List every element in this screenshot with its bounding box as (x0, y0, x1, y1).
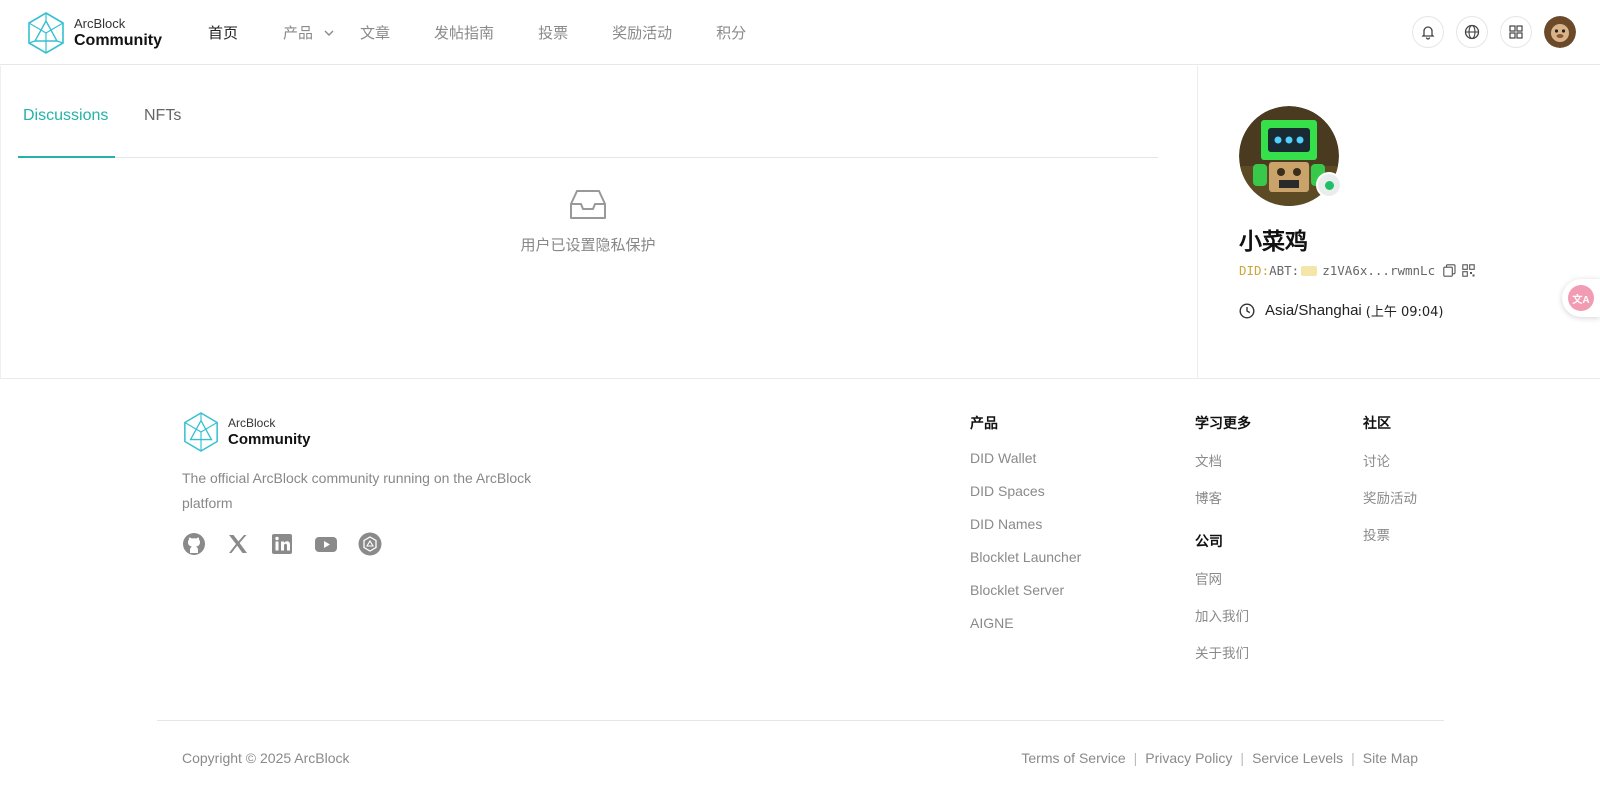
footer-col-community: 社区 讨论 奖励活动 投票 (1363, 413, 1417, 544)
nav-points[interactable]: 积分 (716, 22, 746, 43)
separator: | (1133, 750, 1138, 766)
local-time: (上午 09:04) (1365, 305, 1444, 320)
social-links (182, 532, 402, 556)
privacy-notice-text: 用户已设置隐私保护 (520, 236, 656, 254)
arcblock-icon[interactable] (358, 532, 382, 556)
footer-logo[interactable]: ArcBlock Community (182, 411, 311, 453)
clock-icon (1239, 302, 1255, 319)
footer-col-title: 学习更多 (1195, 416, 1251, 432)
separator: | (1240, 750, 1245, 766)
bell-icon (1421, 26, 1435, 40)
apps-button[interactable] (1500, 16, 1532, 48)
nav-posting-guide[interactable]: 发帖指南 (434, 22, 494, 43)
empty-state: 用户已设置隐私保护 (18, 188, 1158, 255)
arcblock-logo-icon (184, 412, 218, 452)
logo-text-top: ArcBlock (74, 16, 126, 31)
site-logo[interactable]: ArcBlock Community (26, 11, 162, 55)
footer-link-blocklet-server[interactable]: Blocklet Server (970, 582, 1081, 598)
main-content: Discussions NFTs 用户已设置隐私保护 (0, 66, 1197, 378)
translate-icon: 文A (1568, 285, 1594, 311)
did-value: z1VA6x...rwmnLc (1322, 263, 1436, 278)
did-type: ABT: (1269, 263, 1300, 278)
logo-text-bottom: Community (74, 32, 162, 49)
footer-link-blocklet-launcher[interactable]: Blocklet Launcher (970, 549, 1081, 565)
notifications-button[interactable] (1412, 16, 1444, 48)
profile-name: 小菜鸡 (1239, 229, 1308, 255)
legal-links: Terms of Service | Privacy Policy | Serv… (1021, 750, 1418, 766)
nav-products[interactable]: 产品 (283, 22, 335, 43)
footer-logo-bottom: Community (228, 431, 311, 448)
privacy-policy-link[interactable]: Privacy Policy (1145, 750, 1232, 766)
separator: | (1351, 750, 1355, 766)
footer-link-did-spaces[interactable]: DID Spaces (970, 483, 1081, 499)
terms-of-service-link[interactable]: Terms of Service (1021, 750, 1125, 766)
footer-link-about-us[interactable]: 关于我们 (1195, 642, 1251, 662)
timezone-label: Asia/Shanghai (1265, 302, 1362, 319)
nav-articles[interactable]: 文章 (360, 22, 390, 43)
arcblock-logo-icon (28, 12, 64, 54)
service-levels-link[interactable]: Service Levels (1252, 750, 1343, 766)
footer-col-title: 社区 (1363, 416, 1391, 432)
footer-link-voting[interactable]: 投票 (1363, 524, 1417, 544)
footer-col-title: 产品 (970, 416, 998, 432)
nav-voting[interactable]: 投票 (538, 22, 568, 43)
globe-icon (1464, 24, 1480, 40)
footer-col-title: 公司 (1195, 534, 1223, 550)
copy-icon[interactable] (1443, 264, 1456, 277)
footer-link-docs[interactable]: 文档 (1195, 450, 1251, 470)
did-address: DID: ABT: z1VA6x...rwmnLc (1239, 263, 1475, 278)
footer-link-did-wallet[interactable]: DID Wallet (970, 450, 1081, 466)
timezone-row: Asia/Shanghai (上午 09:04) (1239, 301, 1444, 320)
footer-link-blog[interactable]: 博客 (1195, 487, 1251, 507)
footer-link-official-site[interactable]: 官网 (1195, 568, 1251, 588)
translate-button[interactable]: 文A (1562, 279, 1600, 317)
profile-tabs: Discussions NFTs (18, 66, 1158, 158)
nav-rewards[interactable]: 奖励活动 (612, 22, 672, 43)
site-map-link[interactable]: Site Map (1363, 750, 1418, 766)
main-nav: 首页 产品 文章 发帖指南 投票 奖励活动 积分 (208, 0, 746, 65)
footer-link-join-us[interactable]: 加入我们 (1195, 605, 1251, 625)
qrcode-icon[interactable] (1462, 264, 1475, 277)
language-button[interactable] (1456, 16, 1488, 48)
did-prefix: DID: (1239, 263, 1270, 278)
header-actions (1400, 16, 1576, 48)
footer-link-aigne[interactable]: AIGNE (970, 615, 1081, 631)
footer-col-learn: 学习更多 文档 博客 公司 官网 加入我们 关于我们 (1195, 413, 1251, 662)
github-icon[interactable] (182, 532, 206, 556)
footer-description: The official ArcBlock community running … (182, 470, 532, 511)
tab-nfts[interactable]: NFTs (144, 107, 181, 125)
tab-discussions[interactable]: Discussions (23, 107, 108, 125)
footer-col-products: 产品 DID Wallet DID Spaces DID Names Block… (970, 413, 1081, 631)
footer-logo-top: ArcBlock (228, 416, 276, 430)
online-status-indicator (1316, 172, 1342, 198)
site-footer: ArcBlock Community The official ArcBlock… (0, 378, 1600, 793)
apps-grid-icon (1509, 25, 1523, 39)
footer-link-rewards[interactable]: 奖励活动 (1363, 487, 1417, 507)
user-avatar[interactable] (1544, 16, 1576, 48)
footer-divider (157, 720, 1444, 721)
footer-link-discussions[interactable]: 讨论 (1363, 450, 1417, 470)
profile-card: 小菜鸡 DID: ABT: z1VA6x...rwmnLc Asia/Shang… (1197, 66, 1600, 378)
top-header: ArcBlock Community 首页 产品 文章 发帖指南 投票 奖励活动… (0, 0, 1600, 65)
copyright: Copyright © 2025 ArcBlock (182, 750, 350, 766)
inbox-icon (570, 190, 606, 219)
nav-products-label: 产品 (283, 24, 314, 42)
youtube-icon[interactable] (314, 532, 338, 556)
active-tab-indicator (18, 156, 115, 158)
x-icon[interactable] (226, 532, 250, 556)
nav-home[interactable]: 首页 (208, 22, 238, 43)
footer-link-did-names[interactable]: DID Names (970, 516, 1081, 532)
linkedin-icon[interactable] (270, 532, 294, 556)
did-avatar-swatch (1301, 265, 1318, 276)
chevron-down-icon (323, 27, 335, 39)
